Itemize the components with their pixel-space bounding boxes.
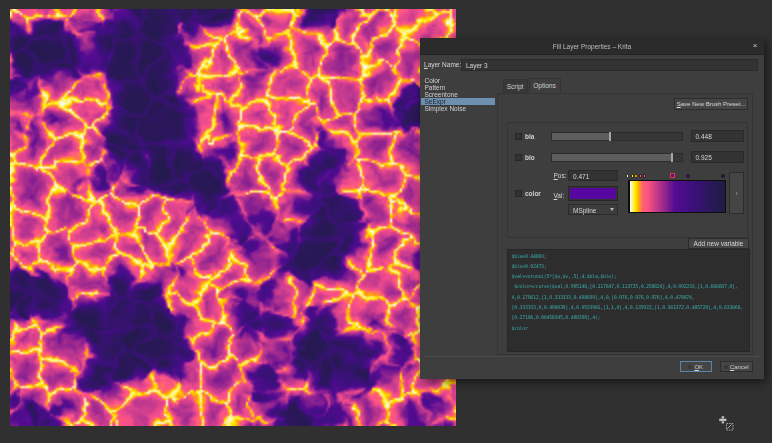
tab-script[interactable]: Script bbox=[503, 79, 528, 93]
color-label: color bbox=[525, 190, 541, 197]
generator-list-item-pattern[interactable]: Pattern bbox=[421, 84, 496, 91]
ok-button[interactable]: OK bbox=[680, 361, 713, 372]
pos-input[interactable]: 0.471 bbox=[568, 170, 618, 181]
script-line: $blo=0.92473; bbox=[512, 263, 749, 273]
pos-label: Pos: bbox=[554, 172, 567, 179]
mouse-cursor-crosshair bbox=[717, 414, 737, 434]
cursor-tool-badge bbox=[727, 424, 734, 431]
generator-list-item-seexpr[interactable]: SeExpr bbox=[421, 98, 496, 105]
dialog-titlebar[interactable]: Fill Layer Properties – Krita × bbox=[420, 38, 764, 55]
val-color-swatch bbox=[570, 188, 616, 199]
gradient-stop[interactable] bbox=[643, 174, 647, 178]
script-line: 4,0.179612,[1,0.333333,0.498039],4,0,[0.… bbox=[512, 294, 749, 304]
gradient-stop[interactable] bbox=[721, 174, 725, 178]
cancel-icon bbox=[724, 365, 728, 369]
chevron-down-icon bbox=[610, 208, 614, 211]
interpolation-value: MSpline bbox=[573, 207, 596, 214]
slider-handle[interactable] bbox=[609, 132, 611, 141]
script-line: $color bbox=[512, 325, 749, 335]
tab-options[interactable]: Options bbox=[529, 78, 561, 93]
layer-name-label: Layer Name: bbox=[424, 61, 461, 68]
script-line: $val=voronoi(5*[$u,$v,.5],4,$bla,$blo); bbox=[512, 273, 749, 283]
gradient-bar[interactable] bbox=[628, 180, 726, 213]
script-editor[interactable]: $bla=0.44803;$blo=0.92473;$val=voronoi(5… bbox=[507, 249, 750, 352]
cancel-button[interactable]: Cancel bbox=[720, 361, 754, 372]
bla-value-box[interactable]: 0.448 bbox=[691, 130, 745, 142]
dialog-title: Fill Layer Properties – Krita bbox=[420, 43, 764, 50]
blo-value-box[interactable]: 0.925 bbox=[691, 151, 745, 163]
bla-label: bla bbox=[525, 133, 534, 140]
slider-fill bbox=[552, 154, 672, 161]
generator-list-item-screentone[interactable]: Screentone bbox=[421, 91, 496, 98]
script-line: [0.27106,0.00458345,0.488398],4); bbox=[512, 314, 749, 324]
blo-slider[interactable] bbox=[551, 153, 683, 162]
blo-label: blo bbox=[525, 154, 535, 161]
bla-slider[interactable] bbox=[551, 132, 683, 141]
generator-list-item-simplex-noise[interactable]: Simplex Noise bbox=[421, 105, 496, 112]
save-brush-preset-button[interactable]: Save New Brush Preset... bbox=[674, 98, 748, 110]
gradient-stop[interactable] bbox=[634, 174, 638, 178]
buttonbox-separator bbox=[424, 356, 760, 357]
gradient-stop[interactable] bbox=[639, 174, 643, 178]
add-variable-button[interactable]: Add new variable bbox=[688, 238, 749, 249]
gradient-stop[interactable] bbox=[686, 174, 690, 178]
color-checkbox[interactable] bbox=[515, 190, 522, 197]
script-line: $bla=0.44803; bbox=[512, 253, 749, 263]
val-color-button[interactable] bbox=[568, 186, 618, 201]
close-icon[interactable]: × bbox=[751, 42, 759, 50]
blo-checkbox[interactable] bbox=[515, 154, 522, 161]
generator-list-item-color[interactable]: Color bbox=[421, 77, 496, 84]
script-line: $color=ccurve($val,0.995146,[0.117647,0.… bbox=[512, 283, 749, 293]
gradient-stop-selected[interactable] bbox=[670, 173, 675, 178]
gradient-stop[interactable] bbox=[626, 174, 630, 178]
canvas-layer-preview[interactable] bbox=[10, 9, 456, 426]
script-line: [0.333333,0,0.498039],4,0.0533981,[1,1,0… bbox=[512, 304, 749, 314]
gradient-expand-button[interactable]: › bbox=[729, 172, 744, 214]
bla-checkbox[interactable] bbox=[515, 133, 522, 140]
val-label: Val: bbox=[554, 192, 565, 199]
ok-icon bbox=[688, 365, 692, 369]
slider-fill bbox=[552, 133, 610, 140]
fill-layer-properties-dialog: Fill Layer Properties – Krita × Layer Na… bbox=[420, 38, 764, 379]
layer-name-input[interactable]: Layer 3 bbox=[461, 59, 758, 71]
slider-handle[interactable] bbox=[671, 153, 673, 162]
interpolation-dropdown[interactable]: MSpline bbox=[568, 204, 618, 215]
